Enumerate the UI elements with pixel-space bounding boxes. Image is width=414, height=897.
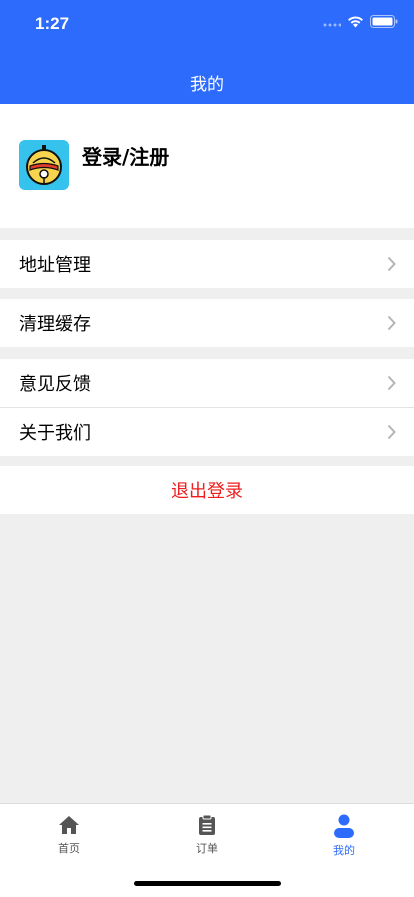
battery-icon bbox=[370, 15, 398, 28]
tab-orders[interactable]: 订单 bbox=[167, 814, 247, 856]
menu-item-label: 地址管理 bbox=[19, 255, 91, 276]
tab-label: 订单 bbox=[196, 842, 218, 855]
top-header: 1:27 我的 bbox=[0, 0, 414, 104]
page-title: 我的 bbox=[190, 75, 224, 95]
tab-label: 首页 bbox=[58, 842, 80, 855]
menu-item-address[interactable]: 地址管理 bbox=[0, 240, 414, 288]
menu-item-label: 清理缓存 bbox=[19, 314, 91, 335]
login-register-link[interactable]: 登录/注册 bbox=[82, 141, 169, 170]
tab-label: 我的 bbox=[333, 844, 355, 857]
home-indicator bbox=[134, 881, 281, 886]
menu-group-address: 地址管理 bbox=[0, 240, 414, 288]
logout-button[interactable]: 退出登录 bbox=[0, 466, 414, 514]
menu-item-label: 关于我们 bbox=[19, 423, 91, 444]
bell-avatar-icon bbox=[19, 140, 69, 190]
tab-home[interactable]: 首页 bbox=[29, 814, 109, 856]
chevron-right-icon bbox=[387, 256, 396, 272]
person-icon bbox=[334, 814, 354, 838]
menu-item-feedback[interactable]: 意见反馈 bbox=[0, 359, 414, 407]
menu-group-info: 意见反馈 关于我们 bbox=[0, 359, 414, 456]
logout-label: 退出登录 bbox=[171, 481, 243, 502]
status-indicators bbox=[323, 15, 398, 28]
menu-item-label: 意见反馈 bbox=[19, 374, 91, 395]
menu-group-cache: 清理缓存 bbox=[0, 299, 414, 347]
chevron-right-icon bbox=[387, 315, 396, 331]
profile-section[interactable]: 登录/注册 bbox=[0, 104, 414, 228]
signal-icon bbox=[323, 23, 341, 26]
wifi-icon bbox=[348, 16, 363, 28]
tab-mine[interactable]: 我的 bbox=[304, 814, 384, 858]
status-time: 1:27 bbox=[35, 14, 70, 33]
clipboard-icon bbox=[199, 814, 215, 835]
chevron-right-icon bbox=[387, 375, 396, 391]
menu-item-about-us[interactable]: 关于我们 bbox=[0, 407, 414, 456]
chevron-right-icon bbox=[387, 424, 396, 440]
home-icon bbox=[59, 816, 79, 834]
avatar[interactable] bbox=[19, 140, 69, 190]
menu-item-clear-cache[interactable]: 清理缓存 bbox=[0, 299, 414, 347]
